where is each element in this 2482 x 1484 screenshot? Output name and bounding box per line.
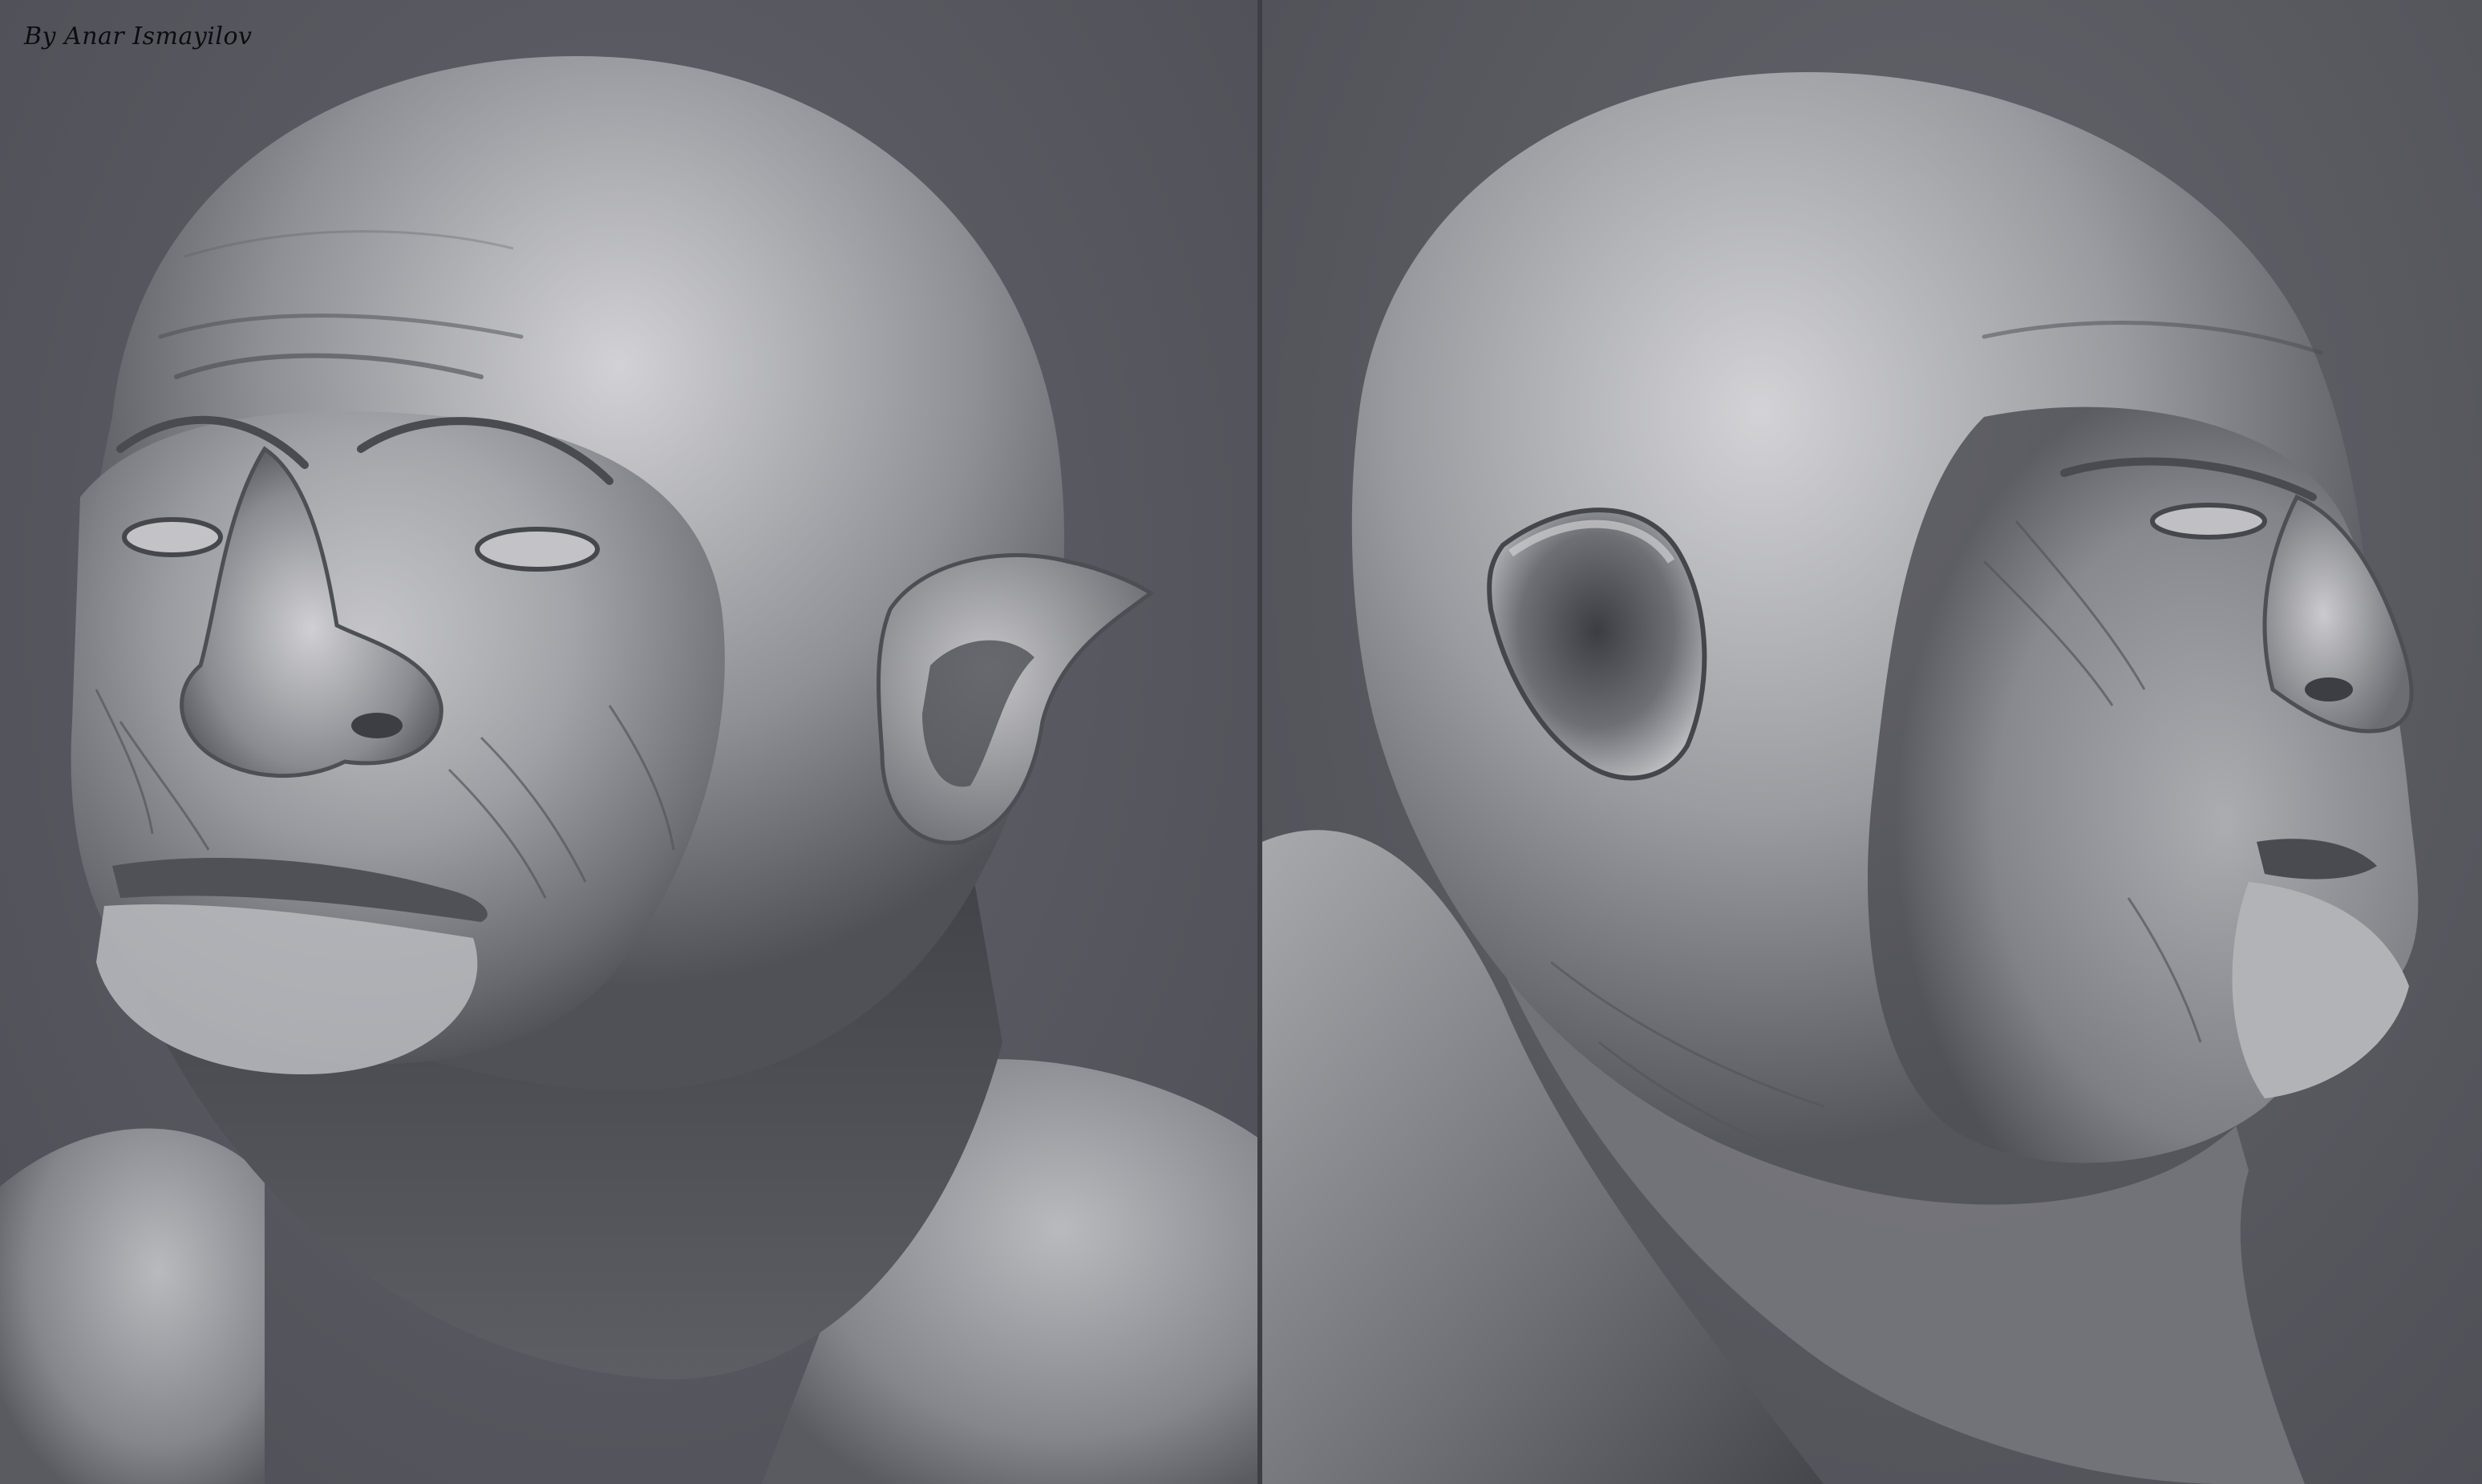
left-view-panel: By Anar Ismayilov: [0, 0, 1259, 1484]
artist-credit: By Anar Ismayilov: [24, 22, 253, 51]
nostril: [351, 713, 403, 738]
artwork-canvas: By Anar Ismayilov: [0, 0, 2482, 1484]
orc-head-front-illustration: [0, 56, 1259, 1484]
orc-head-profile-illustration: [1262, 72, 2419, 1484]
nostril: [2305, 677, 2353, 702]
right-view-panel: [1262, 0, 2482, 1484]
closed-eye: [2150, 503, 2267, 540]
pointed-ear: [877, 553, 1155, 845]
